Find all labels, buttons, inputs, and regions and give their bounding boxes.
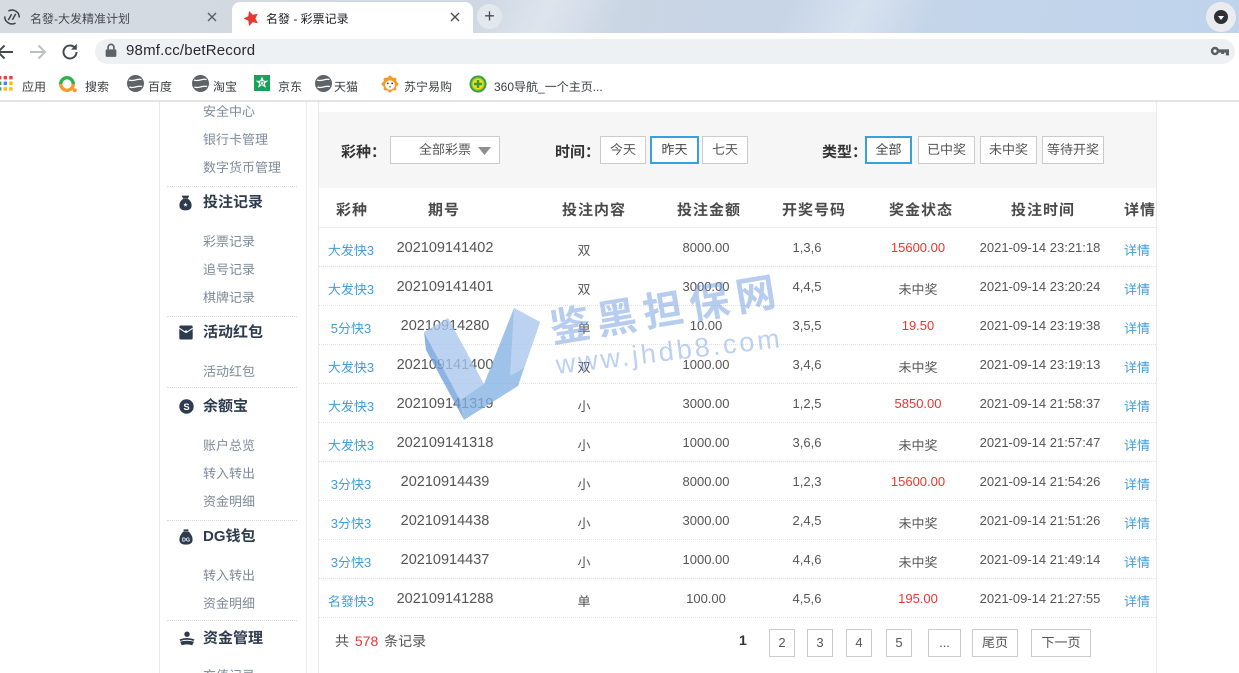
svg-text:S: S [183, 402, 189, 413]
svg-text:DG: DG [182, 537, 190, 543]
